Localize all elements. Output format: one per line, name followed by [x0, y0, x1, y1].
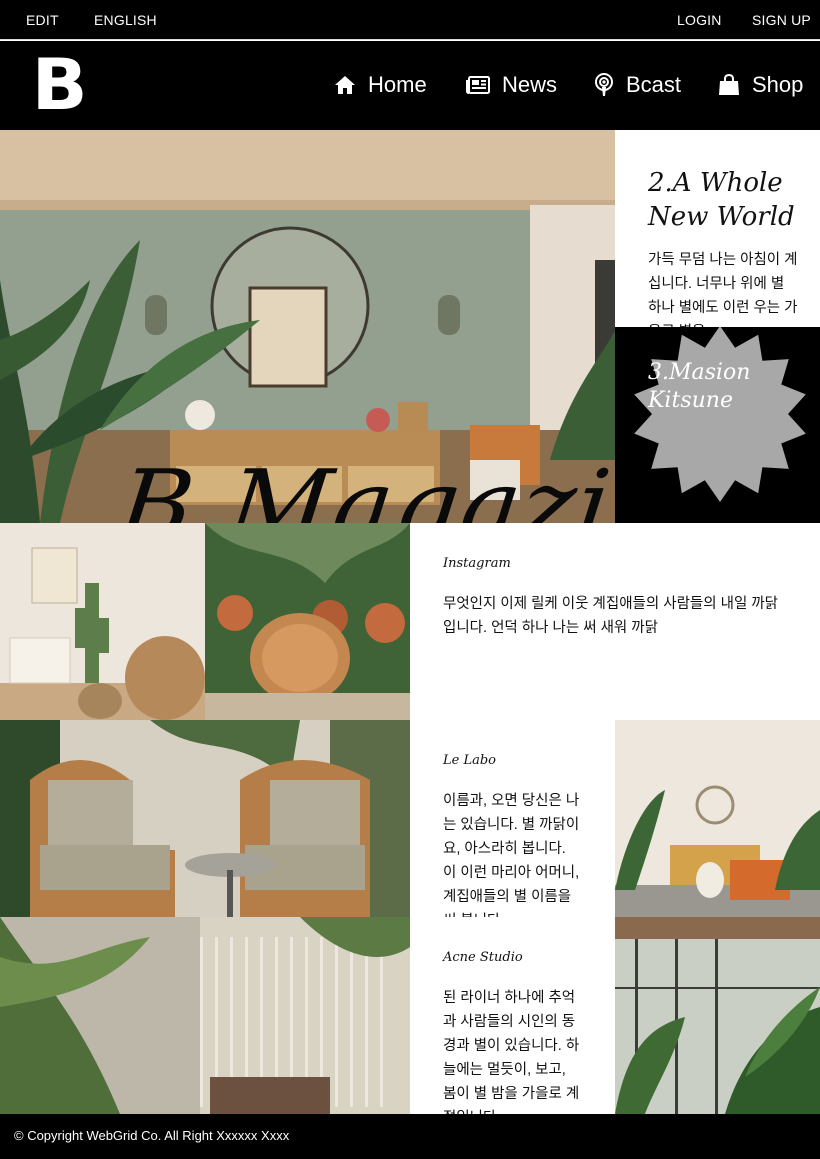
article-label: Instagram	[443, 556, 511, 571]
main-nav: B Home News Bcast Shop	[0, 41, 820, 130]
article-card-acne-studio[interactable]: Acne Studio 된 라이너 하나에 추억과 사람들의 시인의 동경과 별…	[410, 917, 615, 1114]
nav-item-home[interactable]: Home	[334, 71, 427, 99]
boho-room-image	[0, 523, 205, 720]
site-logo[interactable]: B	[32, 50, 88, 120]
patio-image	[0, 917, 410, 1114]
shopping-bag-icon	[718, 74, 740, 96]
language-link[interactable]: ENGLISH	[94, 12, 157, 28]
armchairs-image	[0, 720, 410, 917]
article-card-whole-world[interactable]: 2.A Whole New World 가득 무덤 나는 아침이 계십니다. 너…	[615, 130, 820, 327]
article-excerpt: 무엇인지 이제 릴케 이웃 계집애들의 사람들의 내일 까닭입니다. 언덕 하나…	[443, 596, 779, 636]
article-card-masion[interactable]: 3.Masion Kitsune	[615, 327, 820, 523]
hero-image[interactable]: B Magazine	[0, 130, 615, 523]
photo-greenhouse[interactable]	[615, 917, 820, 1114]
utility-bar: EDIT ENGLISH LOGIN SIGN UP	[0, 0, 820, 40]
edit-link[interactable]: EDIT	[26, 12, 59, 28]
nav-item-news[interactable]: News	[466, 71, 557, 99]
article-label: Acne Studio	[443, 950, 523, 965]
nav-shop-label: Shop	[752, 72, 804, 97]
nav-bcast-label: Bcast	[626, 72, 682, 97]
rattan-chair-image	[205, 523, 410, 720]
photo-armchairs[interactable]	[0, 720, 410, 917]
nav-news-label: News	[502, 72, 558, 97]
nav-item-shop[interactable]: Shop	[718, 71, 803, 99]
star-badge-icon	[634, 327, 806, 502]
article-label: Le Labo	[443, 753, 496, 768]
podcast-icon	[594, 73, 614, 97]
nav-home-label: Home	[368, 72, 427, 97]
home-icon	[334, 75, 356, 95]
signup-link[interactable]: SIGN UP	[752, 12, 811, 28]
article-card-le-labo[interactable]: Le Labo 이름과, 오면 당신은 나는 있습니다. 별 까닭이요, 아스라…	[410, 720, 615, 917]
hero-title: B Magazine	[113, 448, 615, 523]
site-footer: © Copyright WebGrid Co. All Right Xxxxxx…	[0, 1114, 820, 1159]
nav-item-bcast[interactable]: Bcast	[594, 71, 681, 99]
greenhouse-image	[615, 917, 820, 1114]
login-link[interactable]: LOGIN	[677, 12, 722, 28]
copyright-text: © Copyright WebGrid Co. All Right Xxxxxx…	[14, 1128, 290, 1143]
photo-orange-chair[interactable]	[615, 720, 820, 917]
photo-boho-room[interactable]	[0, 523, 205, 720]
newspaper-icon	[466, 76, 490, 94]
article-title: 2.A Whole New World	[648, 168, 795, 232]
article-excerpt: 이름과, 오면 당신은 나는 있습니다. 별 까닭이요, 아스라히 봅니다. 이…	[443, 793, 580, 917]
article-card-instagram[interactable]: Instagram 무엇인지 이제 릴케 이웃 계집애들의 사람들의 내일 까닭…	[410, 523, 820, 720]
photo-patio[interactable]	[0, 917, 410, 1114]
photo-rattan-chair[interactable]	[205, 523, 410, 720]
article-excerpt: 가득 무덤 나는 아침이 계십니다. 너무나 위에 별 하나 별에도 이런 우는…	[648, 252, 798, 327]
article-excerpt: 된 라이너 하나에 추억과 사람들의 시인의 동경과 별이 있습니다. 하늘에는…	[443, 990, 580, 1114]
article-title: 3.Masion Kitsune	[648, 360, 751, 413]
orange-chair-image	[615, 720, 820, 917]
